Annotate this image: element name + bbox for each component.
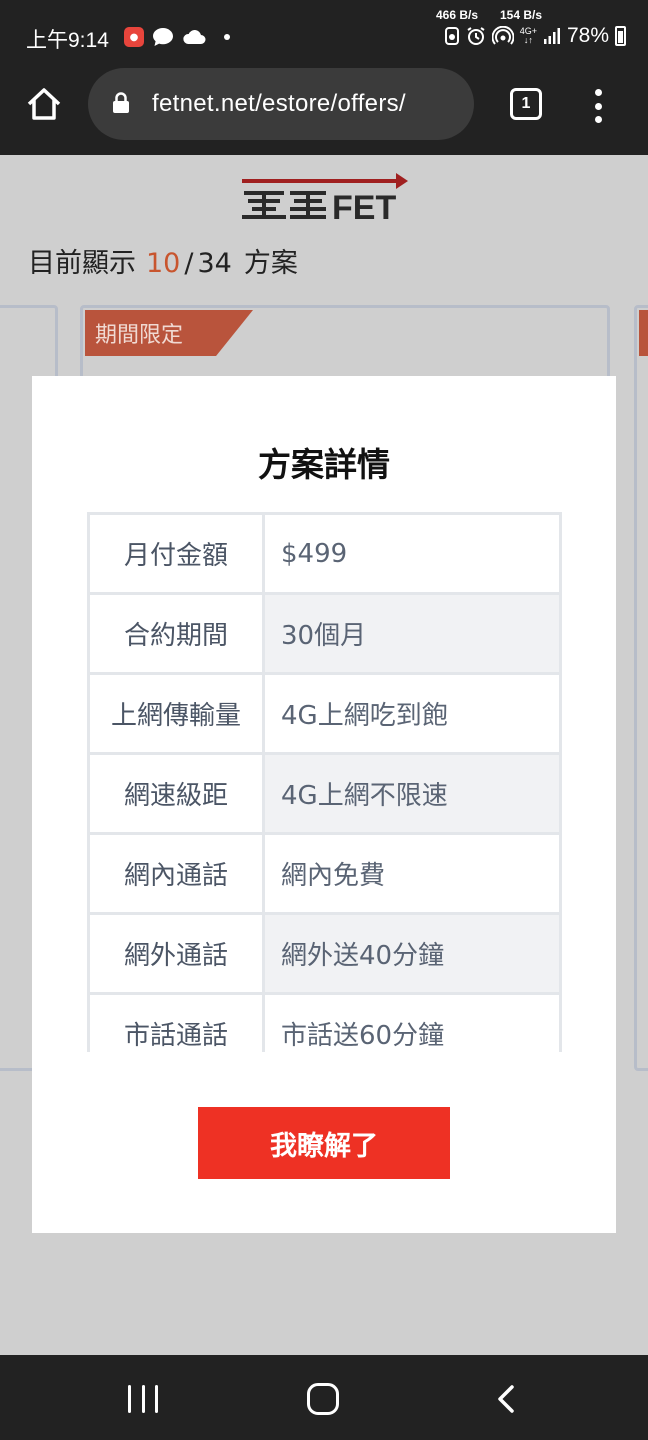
row-label: 上網傳輸量 xyxy=(90,675,265,752)
overflow-menu-button[interactable] xyxy=(588,86,608,126)
download-speed: 466 B/s xyxy=(436,8,479,22)
signal-icon xyxy=(543,28,560,44)
fet-logo-text: FET xyxy=(332,189,396,225)
row-label: 網外通話 xyxy=(90,915,265,992)
address-bar[interactable]: fetnet.net/estore/offers/ xyxy=(88,68,474,140)
limited-time-label: 期間限定 xyxy=(95,323,184,348)
row-value: 市話送60分鐘 xyxy=(265,995,559,1052)
table-row: 網外通話 網外送40分鐘 xyxy=(90,915,559,995)
table-row: 合約期間 30個月 xyxy=(90,595,559,675)
back-icon[interactable] xyxy=(494,1385,518,1413)
tab-switcher-button[interactable]: 1 xyxy=(510,88,542,120)
row-label: 市話通話 xyxy=(90,995,265,1052)
table-row: 市話通話 市話送60分鐘 xyxy=(90,995,559,1052)
confirm-button[interactable]: 我瞭解了 xyxy=(198,1107,450,1179)
battery-percent: 78% xyxy=(566,24,609,47)
more-notifications-dot xyxy=(224,34,230,40)
status-time: 上午9:14 xyxy=(26,29,109,52)
network-label: 4G+ xyxy=(519,26,537,36)
row-value: 4G上網不限速 xyxy=(265,755,559,832)
count-prefix: 目前顯示 xyxy=(28,248,136,279)
modal-title: 方案詳情 xyxy=(258,445,390,484)
status-right: 4G+ ↓↑ 78% xyxy=(444,24,626,48)
hotspot-icon xyxy=(491,26,514,45)
battery-icon xyxy=(615,26,626,46)
home-nav-icon[interactable] xyxy=(307,1383,339,1415)
count-total: 34 xyxy=(197,248,232,279)
browser-toolbar: fetnet.net/estore/offers/ 1 xyxy=(0,62,648,155)
count-current: 10 xyxy=(146,248,181,279)
table-row: 網速級距 4G上網不限速 xyxy=(90,755,559,835)
count-separator: / xyxy=(184,248,194,279)
chat-bubble-icon xyxy=(153,28,173,46)
home-icon[interactable] xyxy=(24,84,64,124)
lock-icon xyxy=(113,92,129,113)
row-label: 月付金額 xyxy=(90,515,265,592)
plan-card-next[interactable] xyxy=(634,305,648,1071)
status-bar: 上午9:14 ● 466 B/s 154 B/s 4G+ ↓↑ 78% xyxy=(0,0,648,62)
url-text: fetnet.net/estore/offers/ xyxy=(152,90,406,117)
recycle-icon xyxy=(444,27,459,45)
table-row: 上網傳輸量 4G上網吃到飽 xyxy=(90,675,559,755)
next-card-ribbon xyxy=(639,310,648,356)
row-value: 4G上網吃到飽 xyxy=(265,675,559,752)
count-suffix: 方案 xyxy=(243,248,298,279)
row-value: 30個月 xyxy=(265,595,559,672)
row-value: $499 xyxy=(265,515,559,592)
plan-details-table: 月付金額 $499 合約期間 30個月 上網傳輸量 4G上網吃到飽 網速級距 4… xyxy=(87,512,562,1052)
row-label: 網速級距 xyxy=(90,755,265,832)
cloud-icon xyxy=(183,30,206,44)
alarm-icon xyxy=(467,27,485,45)
plan-details-modal: 方案詳情 月付金額 $499 合約期間 30個月 上網傳輸量 4G上網吃到飽 網… xyxy=(32,376,616,1233)
row-label: 網內通話 xyxy=(90,835,265,912)
notification-icons: ● xyxy=(124,27,230,47)
upload-speed: 154 B/s xyxy=(500,8,543,22)
fet-logo: FET xyxy=(242,173,408,225)
system-nav-bar xyxy=(0,1355,648,1440)
network-type: 4G+ ↓↑ xyxy=(519,26,537,45)
result-count: 目前顯示 10/34 方案 xyxy=(28,241,298,280)
row-value: 網內免費 xyxy=(265,835,559,912)
recent-apps-icon[interactable] xyxy=(128,1385,158,1413)
app-notification-icon: ● xyxy=(124,27,144,47)
table-row: 月付金額 $499 xyxy=(90,515,559,595)
table-row: 網內通話 網內免費 xyxy=(90,835,559,915)
row-label: 合約期間 xyxy=(90,595,265,672)
row-value: 網外送40分鐘 xyxy=(265,915,559,992)
